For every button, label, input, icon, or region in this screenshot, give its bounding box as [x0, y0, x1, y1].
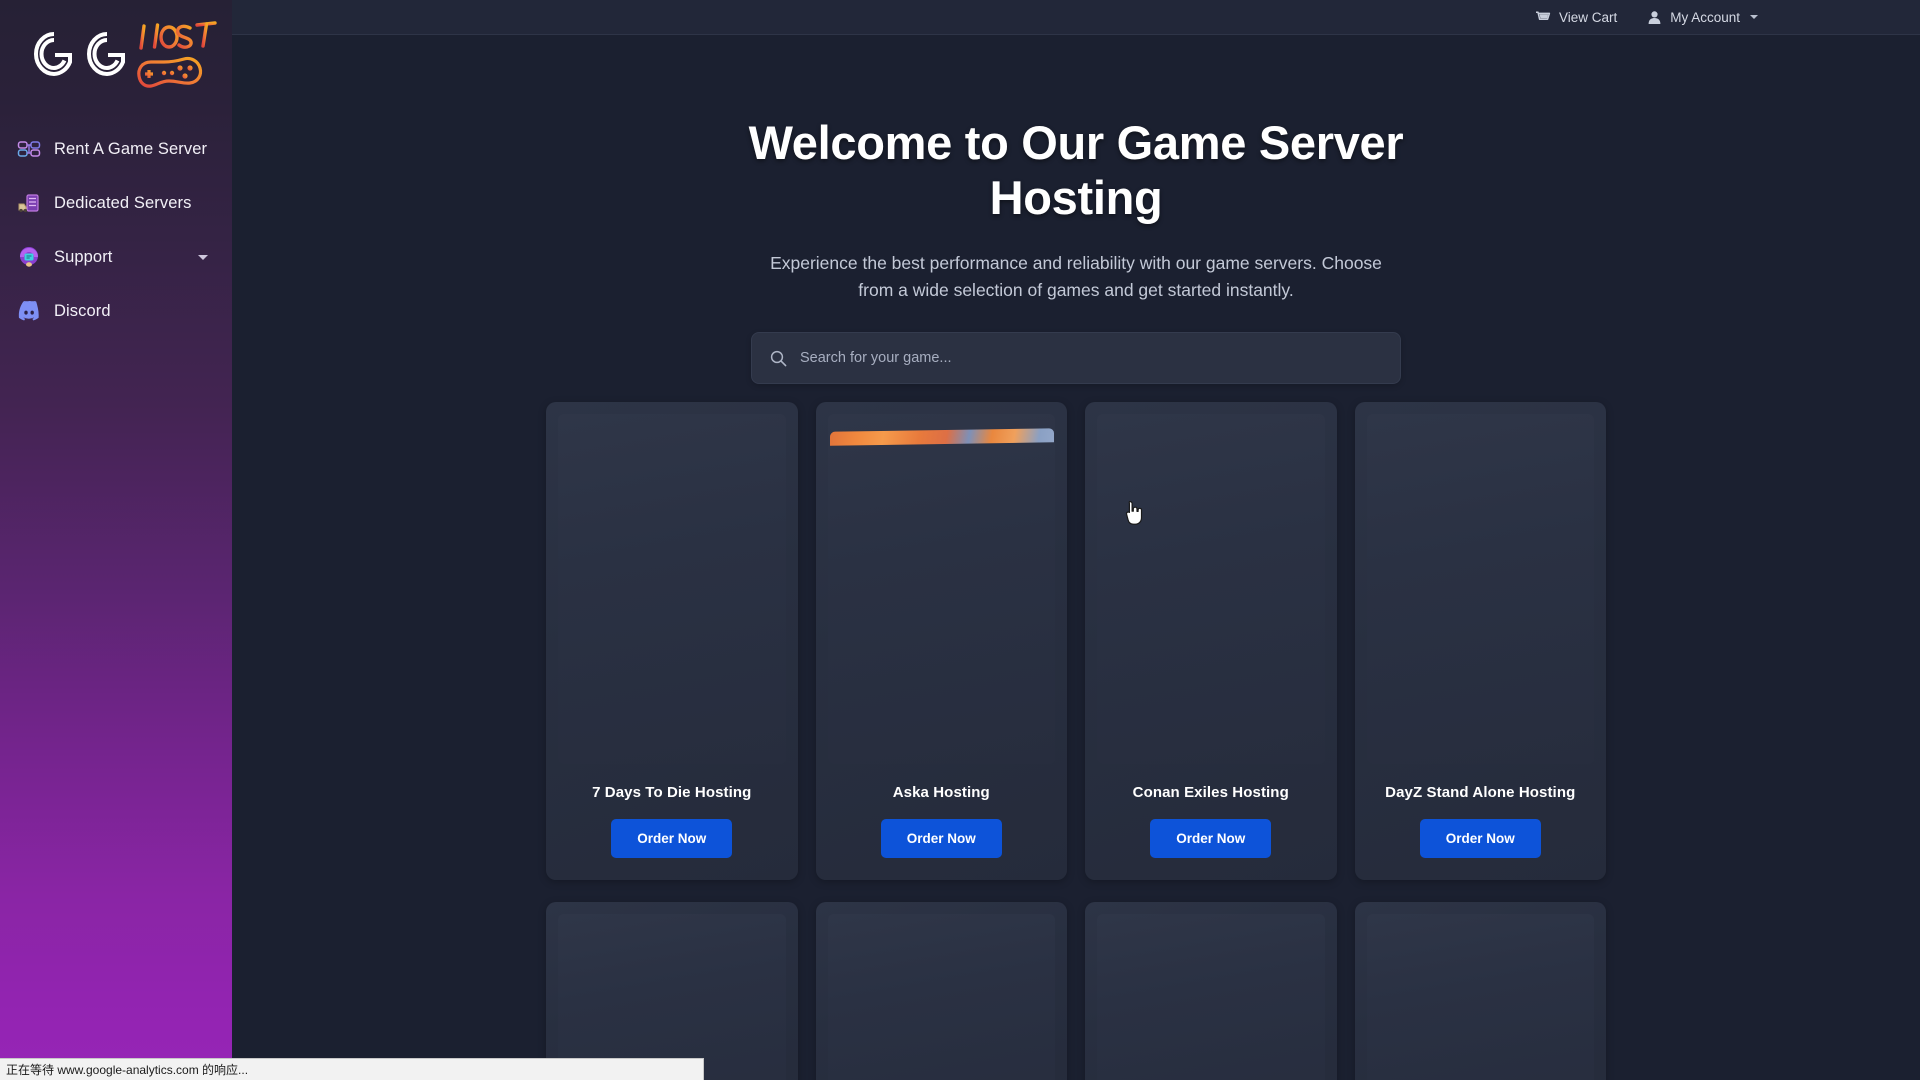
game-card[interactable]: Aska Hosting Order Now — [815, 402, 1067, 881]
search-icon — [770, 350, 788, 367]
game-thumbnail — [1097, 914, 1325, 1080]
game-card-title: DayZ Stand Alone Hosting — [1385, 784, 1576, 802]
sidebar-item-label: Rent A Game Server — [54, 139, 208, 158]
sidebar-item-discord[interactable]: Discord — [0, 284, 232, 338]
my-account-label: My Account — [1670, 9, 1740, 25]
page-title: Welcome to Our Game Server Hosting — [748, 116, 1404, 225]
view-cart-label: View Cart — [1558, 9, 1618, 25]
hero-section: Welcome to Our Game Server Hosting Exper… — [232, 35, 1920, 385]
game-card[interactable] — [546, 902, 798, 1080]
browser-status-bar: 正在等待 www.google-analytics.com 的响应... — [0, 1058, 704, 1080]
sidebar-item-rent-a-game-server[interactable]: Rent A Game Server — [0, 122, 232, 176]
hero-subtitle: Experience the best performance and reli… — [770, 252, 1382, 301]
game-card[interactable]: Conan Exiles Hosting Order Now — [1085, 402, 1337, 881]
order-now-button[interactable]: Order Now — [880, 819, 1002, 859]
game-thumbnail — [827, 914, 1055, 1080]
sidebar-item-dedicated-servers[interactable]: Dedicated Servers — [0, 176, 232, 230]
game-card[interactable]: 7 Days To Die Hosting Order Now — [546, 402, 798, 881]
game-card[interactable]: DayZ Stand Alone Hosting Order Now — [1354, 402, 1606, 881]
order-now-button[interactable]: Order Now — [611, 819, 733, 859]
top-utility-bar: View Cart My Account — [232, 0, 1920, 35]
game-thumbnail — [1366, 914, 1594, 1080]
cart-icon — [1535, 10, 1551, 24]
chevron-down-icon[interactable] — [198, 254, 208, 260]
game-card[interactable] — [1354, 902, 1606, 1080]
game-thumbnail — [827, 414, 1055, 765]
game-thumbnail — [558, 914, 786, 1080]
browser-viewport: Rent A Game Server Dedicated Servers Sup… — [0, 0, 1920, 1080]
game-card[interactable] — [1085, 902, 1337, 1080]
game-card-grid-row-1: 7 Days To Die Hosting Order Now Aska Hos… — [546, 402, 1606, 881]
game-thumbnail — [1366, 414, 1594, 765]
sidebar-item-support[interactable]: Support — [0, 230, 232, 284]
game-card-title: Aska Hosting — [892, 784, 990, 802]
game-card[interactable] — [815, 902, 1067, 1080]
game-card-title: 7 Days To Die Hosting — [592, 784, 752, 802]
sidebar-item-label: Support — [54, 247, 113, 266]
sidebar-nav: Rent A Game Server Dedicated Servers Sup… — [0, 122, 232, 338]
sidebar: Rent A Game Server Dedicated Servers Sup… — [0, 0, 232, 1066]
game-thumbnail — [558, 414, 786, 765]
order-now-button[interactable]: Order Now — [1150, 819, 1272, 859]
order-now-button[interactable]: Order Now — [1419, 819, 1541, 859]
gghost-logo[interactable] — [14, 12, 224, 96]
game-card-grid-row-2 — [546, 902, 1606, 1080]
game-controller-icon — [16, 136, 42, 162]
game-card-title: Conan Exiles Hosting — [1132, 784, 1289, 802]
view-cart-button[interactable]: View Cart — [1535, 10, 1617, 25]
game-thumbnail — [1097, 414, 1325, 765]
user-icon — [1647, 10, 1662, 25]
sidebar-item-label: Discord — [54, 301, 111, 320]
headset-support-icon — [16, 244, 42, 270]
search-bar[interactable] — [751, 332, 1401, 385]
chevron-down-icon — [1750, 15, 1758, 19]
status-text: 正在等待 www.google-analytics.com 的响应... — [6, 1063, 249, 1077]
my-account-menu[interactable]: My Account — [1647, 10, 1758, 25]
main-content: Welcome to Our Game Server Hosting Exper… — [232, 35, 1920, 1080]
sidebar-item-label: Dedicated Servers — [54, 193, 192, 212]
server-rack-icon — [16, 190, 42, 216]
search-input[interactable] — [800, 350, 1382, 367]
discord-icon — [16, 298, 42, 324]
